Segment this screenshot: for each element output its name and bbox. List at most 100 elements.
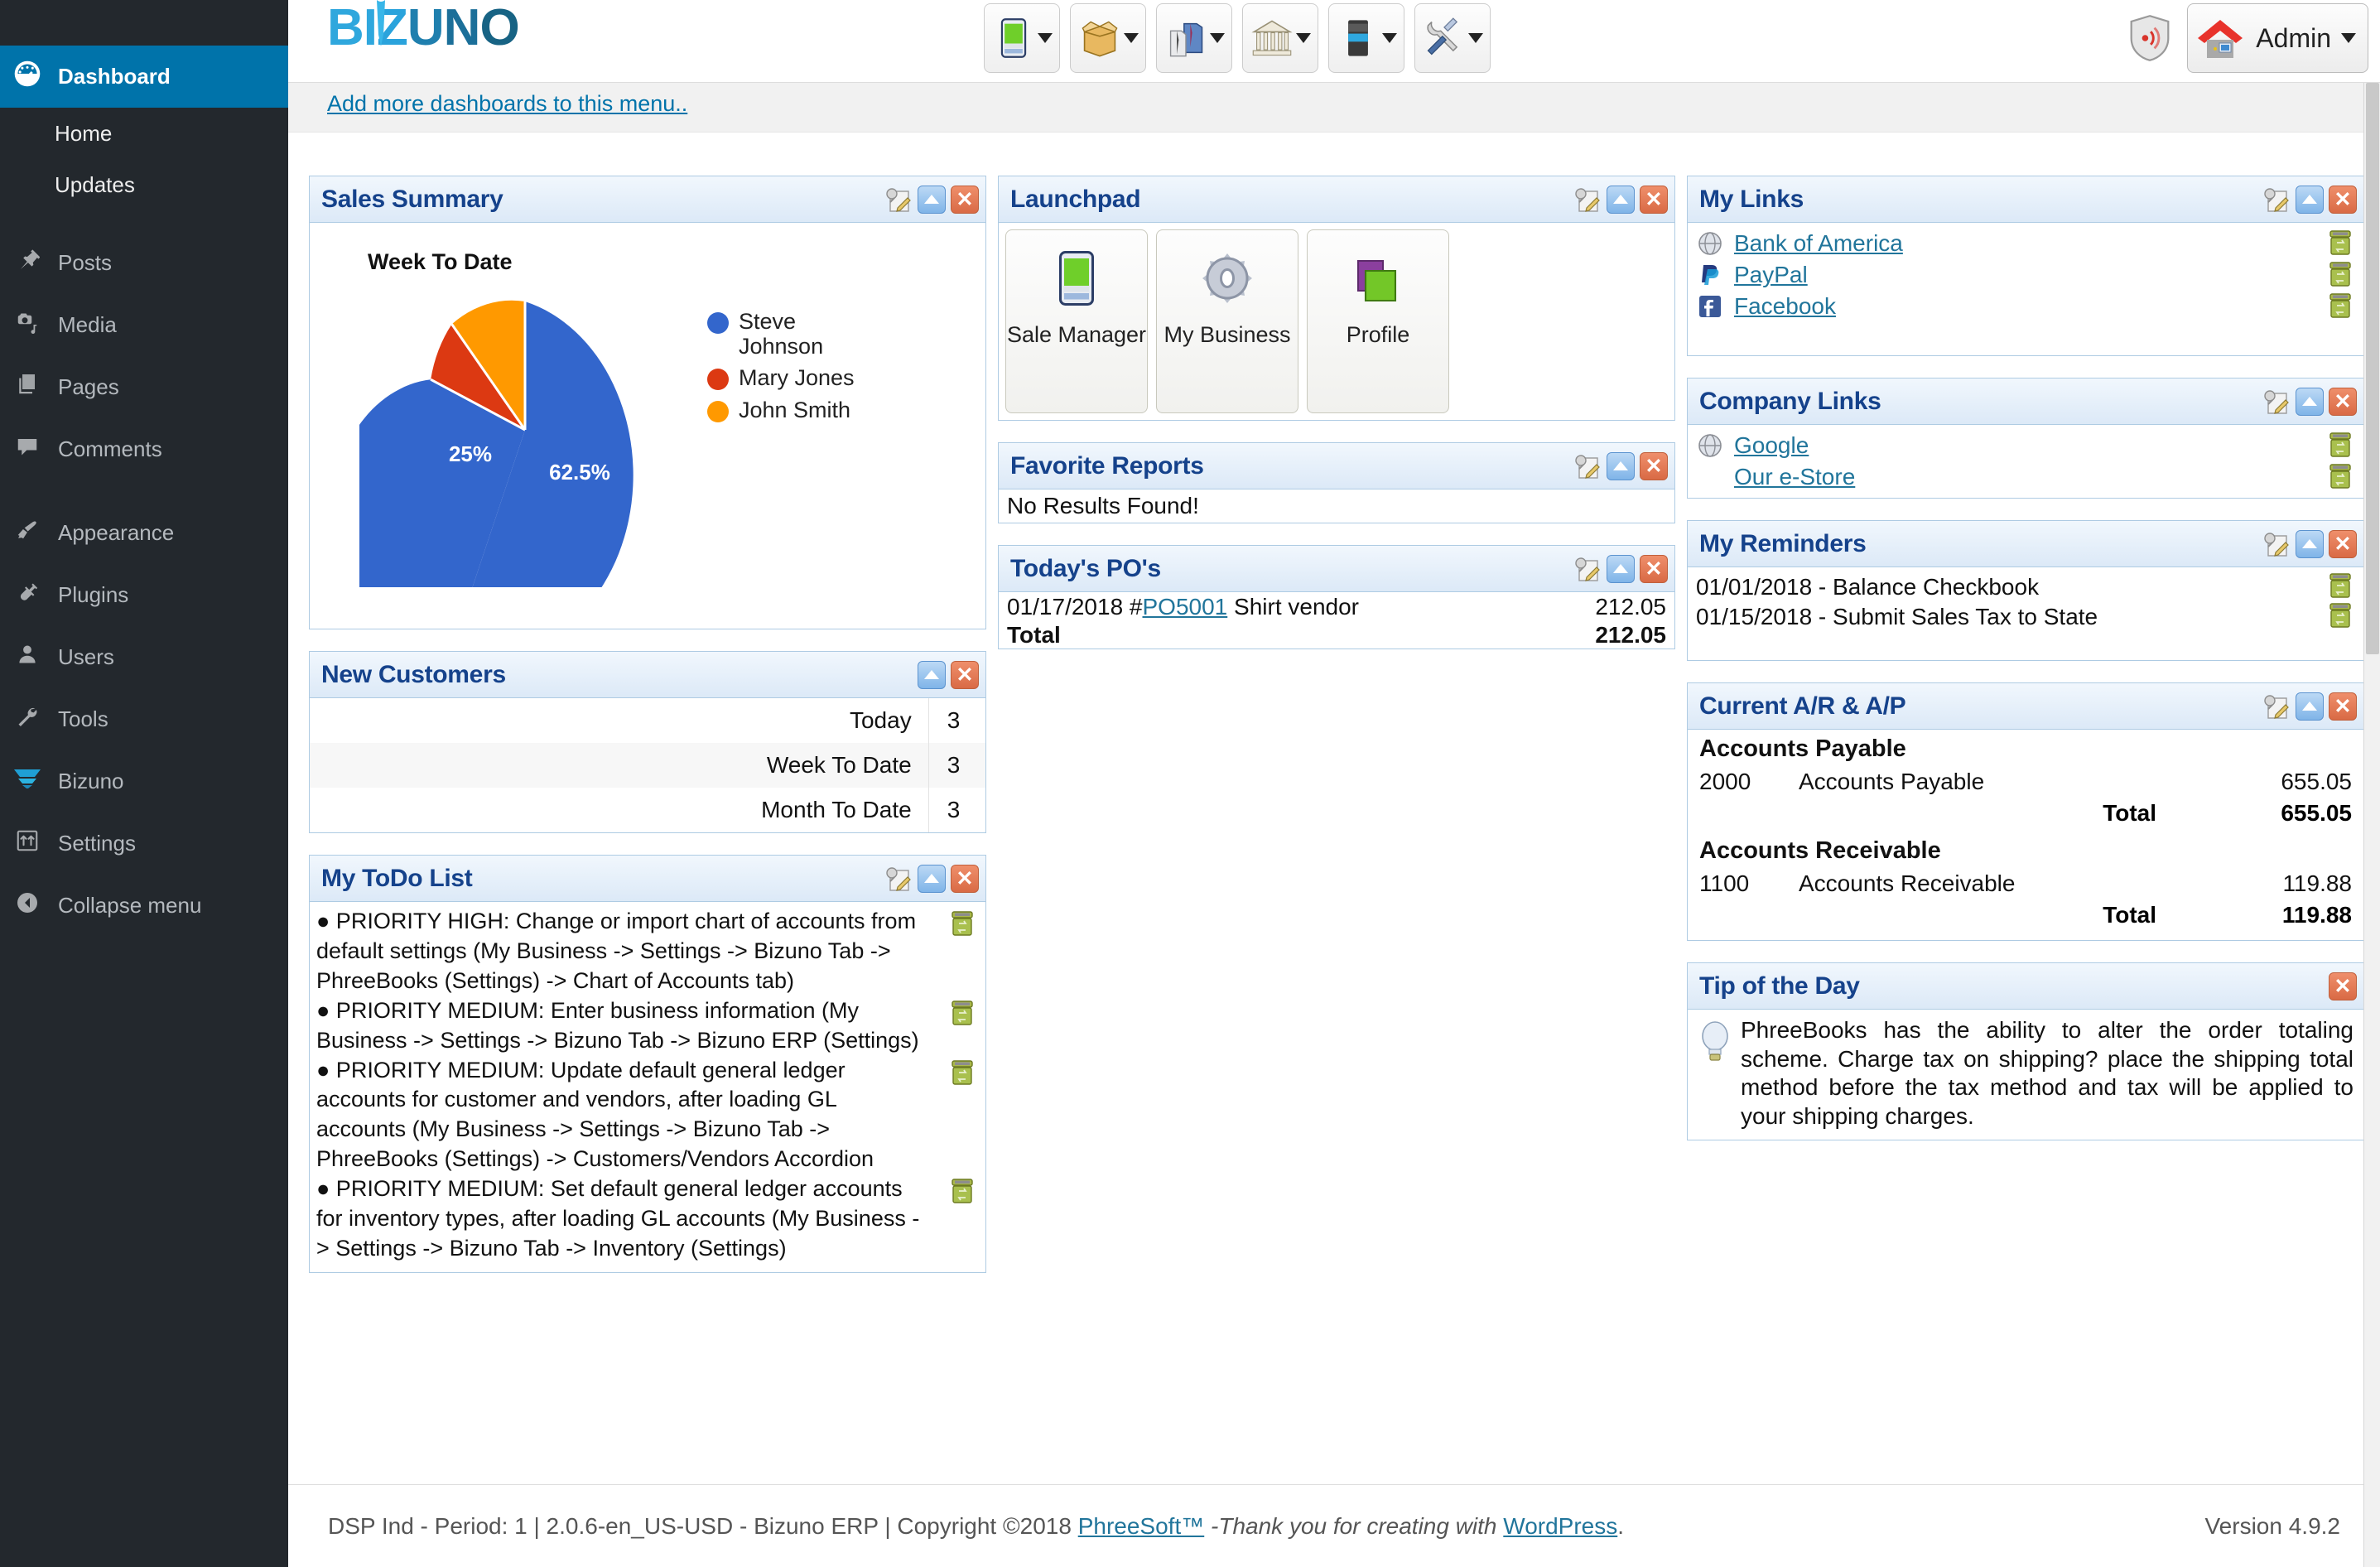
edit-icon[interactable] xyxy=(2261,388,2291,416)
page-scrollbar[interactable] xyxy=(2363,83,2380,1567)
delete-icon[interactable] xyxy=(2329,572,2352,605)
panel-header-icons: ✕ xyxy=(2329,972,2357,1000)
panel-header: Favorite Reports ✕ xyxy=(999,443,1674,489)
panel-title: My Reminders xyxy=(1699,529,1867,557)
legend-swatch xyxy=(707,400,729,422)
account-id: 2000 xyxy=(1699,769,1751,794)
collapse-panel-button[interactable] xyxy=(918,185,946,214)
collapse-panel-button[interactable] xyxy=(1607,451,1635,480)
close-panel-button[interactable]: ✕ xyxy=(2329,185,2357,214)
collapse-panel-button[interactable] xyxy=(2296,185,2324,214)
tip-text: PhreeBooks has the ability to alter the … xyxy=(1741,1017,2354,1130)
link-label[interactable]: Google xyxy=(1734,432,1809,459)
chevron-down-icon[interactable] xyxy=(1037,33,1053,43)
gear-icon xyxy=(1202,253,1252,303)
add-dashboards-link[interactable]: Add more dashboards to this menu.. xyxy=(327,91,687,116)
delete-icon[interactable] xyxy=(951,1059,974,1094)
link-label[interactable]: Facebook xyxy=(1734,293,1836,320)
delete-icon[interactable] xyxy=(2329,261,2352,293)
bank-icon xyxy=(1250,20,1293,56)
close-panel-button[interactable]: ✕ xyxy=(2329,972,2357,1000)
launchpad-tile-sale-manager[interactable]: Sale Manager xyxy=(1005,229,1148,413)
sidebar-item-posts[interactable]: Posts xyxy=(0,232,288,294)
chevron-down-icon[interactable] xyxy=(1295,33,1311,43)
sidebar-item-appearance[interactable]: Appearance xyxy=(0,502,288,564)
delete-icon[interactable] xyxy=(2329,229,2352,262)
close-panel-button[interactable]: ✕ xyxy=(2329,529,2357,558)
launchpad-tile-profile[interactable]: Profile xyxy=(1307,229,1449,413)
delete-icon[interactable] xyxy=(951,910,974,945)
toolbar-button-sale-manager[interactable] xyxy=(984,3,1060,73)
phreesoft-link[interactable]: PhreeSoft™ xyxy=(1078,1513,1205,1539)
dashboard-icon xyxy=(0,60,55,94)
delete-icon[interactable] xyxy=(2329,292,2352,325)
close-panel-button[interactable]: ✕ xyxy=(1640,451,1668,480)
edit-icon[interactable] xyxy=(2261,692,2291,721)
collapse-panel-button[interactable] xyxy=(918,660,946,689)
chevron-down-icon[interactable] xyxy=(1209,33,1225,43)
delete-icon[interactable] xyxy=(2329,463,2352,495)
close-panel-button[interactable]: ✕ xyxy=(951,660,979,689)
sidebar-item-comments[interactable]: Comments xyxy=(0,418,288,480)
scrollbar-thumb[interactable] xyxy=(2366,83,2379,654)
launchpad-tile-my-business[interactable]: My Business xyxy=(1156,229,1298,413)
shield-icon[interactable] xyxy=(2127,14,2172,62)
sidebar-item-updates[interactable]: Updates xyxy=(0,159,288,210)
delete-icon[interactable] xyxy=(951,1000,974,1034)
edit-icon[interactable] xyxy=(1572,555,1602,583)
panel-title: Tip of the Day xyxy=(1699,972,1860,1000)
sidebar-item-tools[interactable]: Tools xyxy=(0,688,288,750)
delete-icon[interactable] xyxy=(951,1178,974,1213)
close-panel-button[interactable]: ✕ xyxy=(951,864,979,893)
collapse-panel-button[interactable] xyxy=(918,864,946,893)
sidebar-item-collapse-menu[interactable]: Collapse menu xyxy=(0,875,288,937)
collapse-panel-button[interactable] xyxy=(1607,185,1635,214)
panel-title: Today's PO's xyxy=(1010,554,1161,582)
collapse-panel-button[interactable] xyxy=(2296,387,2324,416)
po-number-link[interactable]: PO5001 xyxy=(1143,594,1228,620)
toolbar-button-tools[interactable] xyxy=(1414,3,1491,73)
svg-text:62.5%: 62.5% xyxy=(549,460,610,485)
close-panel-button[interactable]: ✕ xyxy=(951,185,979,214)
sidebar-item-home[interactable]: Home xyxy=(0,108,288,159)
delete-icon[interactable] xyxy=(2329,432,2352,464)
sidebar-item-media[interactable]: Media xyxy=(0,294,288,356)
close-panel-button[interactable]: ✕ xyxy=(2329,387,2357,416)
sidebar-item-bizuno[interactable]: Bizuno xyxy=(0,750,288,812)
chevron-down-icon[interactable] xyxy=(1467,33,1483,43)
toolbar-button-reports[interactable] xyxy=(1328,3,1404,73)
edit-icon[interactable] xyxy=(883,186,913,214)
edit-icon[interactable] xyxy=(1572,186,1602,214)
close-panel-button[interactable]: ✕ xyxy=(1640,554,1668,583)
toolbar-button-contacts[interactable] xyxy=(1156,3,1232,73)
close-panel-button[interactable]: ✕ xyxy=(1640,185,1668,214)
chevron-down-icon[interactable] xyxy=(2341,33,2356,43)
sidebar-item-pages[interactable]: Pages xyxy=(0,356,288,418)
link-label[interactable]: Bank of America xyxy=(1734,230,1903,257)
edit-icon[interactable] xyxy=(2261,186,2291,214)
sidebar-item-plugins[interactable]: Plugins xyxy=(0,564,288,626)
panel-my-reminders: My Reminders ✕ 01/01/2018 - Balance Chec… xyxy=(1687,520,2364,661)
link-label[interactable]: PayPal xyxy=(1734,262,1808,288)
sidebar-item-dashboard[interactable]: Dashboard xyxy=(0,46,301,108)
collapse-panel-button[interactable] xyxy=(2296,529,2324,558)
toolbar-button-banking[interactable] xyxy=(1242,3,1318,73)
chevron-down-icon[interactable] xyxy=(1381,33,1397,43)
panel-my-todo-list: My ToDo List ✕ ● PRIORITY HIGH: Change o… xyxy=(309,855,986,1273)
chevron-down-icon[interactable] xyxy=(1123,33,1139,43)
link-label[interactable]: Our e-Store xyxy=(1734,464,1855,490)
admin-menu-button[interactable]: Admin xyxy=(2187,3,2368,73)
sidebar-item-settings[interactable]: Settings xyxy=(0,812,288,875)
edit-icon[interactable] xyxy=(883,865,913,893)
wordpress-link[interactable]: WordPress xyxy=(1503,1513,1617,1539)
launchpad-tile-label: Sale Manager xyxy=(1006,322,1147,347)
collapse-panel-button[interactable] xyxy=(1607,554,1635,583)
edit-icon[interactable] xyxy=(1572,452,1602,480)
dashboard-column-2: Launchpad ✕ Sale Manager My Business Pro… xyxy=(998,176,1675,671)
delete-icon[interactable] xyxy=(2329,602,2352,634)
close-panel-button[interactable]: ✕ xyxy=(2329,692,2357,721)
sidebar-item-users[interactable]: Users xyxy=(0,626,288,688)
toolbar-button-inventory[interactable] xyxy=(1070,3,1146,73)
collapse-panel-button[interactable] xyxy=(2296,692,2324,721)
edit-icon[interactable] xyxy=(2261,530,2291,558)
